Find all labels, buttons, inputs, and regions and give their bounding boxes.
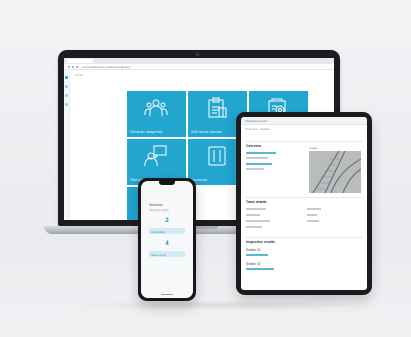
phone-title: Welcome [149,203,164,207]
track-photo[interactable] [309,151,361,193]
binder-icon [208,146,226,166]
field-value [246,163,272,165]
result-item[interactable]: Switch 01 [246,248,261,252]
phone-subtitle: Select an option [149,208,170,212]
field-value [246,208,266,210]
section-overview: Overview [246,144,262,148]
new-reports-button[interactable]: New reports [149,251,185,257]
field-value [246,152,276,154]
back-icon[interactable] [68,65,70,68]
open-tasks-button[interactable]: Open tasks [149,228,185,234]
nav-reports-icon[interactable] [65,94,68,97]
field-value [246,254,268,256]
camera-dot [196,53,199,56]
clipboard-icon [208,97,227,118]
phone-notch [159,181,175,185]
nav-home-icon[interactable] [65,76,68,79]
tablet-header: Inspection report [241,117,367,125]
tile-label: Shift reports overview [191,130,222,134]
tablet-tabs[interactable]: Overview · Details [241,125,367,131]
forward-icon[interactable] [72,65,74,68]
divider [245,237,363,238]
field-value [246,157,268,159]
field-value [307,208,321,210]
app-sidebar [64,70,70,220]
divider [245,197,363,198]
tile-technician-assignment[interactable]: Technician assignment [127,91,186,137]
browser-tab[interactable] [67,59,93,63]
reload-icon[interactable] [76,65,78,68]
device-showcase: www.fieldservice-portal.example/app Home [0,0,411,337]
result-item[interactable]: Switch 02 [246,262,261,266]
section-track-details: Track details [246,200,267,204]
team-icon [144,99,168,116]
phone: Welcome Select an option 2 Open tasks 4 … [138,178,196,301]
field-value [307,214,317,216]
chat-user-icon [144,145,167,166]
count-open-tasks: 2 [165,218,169,224]
field-value [246,168,264,170]
rail-track-image [309,151,361,193]
field-value [246,214,260,216]
nav-settings-icon[interactable] [65,103,68,106]
floor-shadow [70,300,370,310]
divider [245,141,363,142]
tablet-screen: Inspection report Overview · Details Ove… [241,117,367,290]
field-value [246,220,270,222]
section-inspection-results: Inspection results [246,240,276,244]
url-text[interactable]: www.fieldservice-portal.example/app [82,65,131,69]
field-value [307,220,319,222]
home-indicator [161,294,173,295]
photo-label: Image [309,146,318,150]
tile-label: Technician assignment [130,130,163,134]
page-title: Home [75,73,84,77]
tablet: Inspection report Overview · Details Ove… [236,112,372,295]
nav-tasks-icon[interactable] [65,85,68,88]
field-value [246,226,262,228]
phone-screen: Welcome Select an option 2 Open tasks 4 … [141,181,193,298]
count-new-reports: 4 [165,241,169,247]
field-value [246,268,274,270]
